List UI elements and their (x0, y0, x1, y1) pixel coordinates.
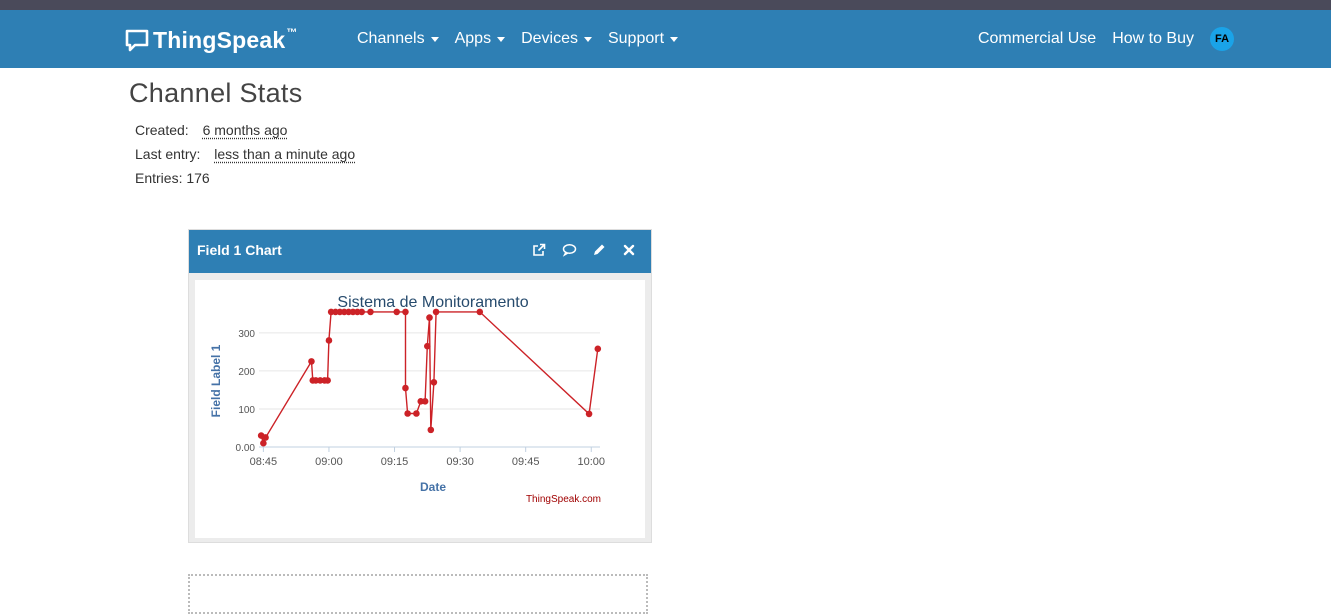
pencil-icon[interactable] (591, 242, 607, 258)
caret-down-icon (670, 36, 679, 42)
x-tick-label: 09:00 (315, 456, 343, 468)
data-point (260, 439, 267, 447)
how-to-buy-link[interactable]: How to Buy (1112, 30, 1194, 48)
navbar: ThingSpeak ™ Channels Apps Devices Suppo… (0, 10, 1331, 68)
nav-apps-label: Apps (454, 30, 492, 47)
data-point (585, 410, 593, 418)
data-point (324, 377, 331, 384)
nav-links: Commercial Use How to Buy FA (962, 10, 1234, 68)
data-point (367, 308, 374, 316)
page-title: Channel Stats (129, 78, 303, 108)
y-tick-label: 300 (238, 329, 255, 340)
data-point (404, 410, 411, 417)
panel-tools (517, 242, 637, 258)
data-point (427, 426, 435, 434)
entries-count: Entries: 176 (135, 170, 210, 186)
data-point (426, 314, 433, 321)
top-strip (0, 0, 1331, 10)
nav-channels-menu[interactable]: Channels (357, 30, 439, 48)
nav-support-menu[interactable]: Support (607, 30, 679, 48)
caret-down-icon (583, 36, 592, 42)
caret-down-icon (430, 36, 439, 42)
data-point (413, 410, 420, 417)
panel-header: Field 1 Chart (189, 230, 651, 273)
speech-bubble-icon (125, 29, 149, 52)
chart-area: Sistema de Monitoramento Field Label 1 D… (195, 280, 645, 538)
data-point (308, 358, 315, 365)
last-entry-value: less than a minute ago (214, 146, 356, 162)
next-panel-placeholder (188, 574, 648, 614)
nav-devices-menu[interactable]: Devices (521, 30, 592, 48)
x-tick-label: 09:15 (381, 456, 409, 468)
channel-stats: Created: 6 months ago Last entry: less t… (135, 120, 355, 192)
data-point (262, 434, 269, 441)
entries-row: Entries: 176 (135, 168, 355, 192)
y-axis-label: Field Label 1 (209, 344, 223, 417)
x-tick-label: 08:45 (250, 456, 278, 468)
data-point (432, 308, 440, 316)
brand-trademark: ™ (286, 27, 298, 39)
close-icon[interactable] (621, 242, 637, 258)
data-point (325, 337, 333, 344)
created-row: Created: 6 months ago (135, 120, 355, 144)
data-point (430, 379, 438, 386)
chart-title: Sistema de Monitoramento (337, 294, 528, 311)
external-link-icon[interactable] (531, 242, 547, 258)
last-entry-label: Last entry: (135, 146, 201, 162)
nav-channels-label: Channels (357, 30, 425, 47)
nav-support-label: Support (607, 30, 665, 47)
data-point (393, 308, 401, 316)
caret-down-icon (497, 36, 506, 42)
chart-credit[interactable]: ThingSpeak.com (526, 494, 601, 505)
y-tick-label: 100 (238, 405, 255, 416)
x-tick-label: 10:00 (577, 456, 605, 468)
data-point (476, 308, 484, 316)
data-point (594, 345, 602, 353)
data-point (421, 398, 429, 405)
line-chart: Sistema de Monitoramento Field Label 1 D… (209, 294, 605, 505)
data-point (402, 308, 409, 316)
created-label: Created: (135, 122, 189, 138)
data-point (424, 342, 431, 350)
last-entry-row: Last entry: less than a minute ago (135, 144, 355, 168)
nav-menus: Channels Apps Devices Support (357, 10, 694, 68)
x-axis-label: Date (420, 480, 446, 494)
y-tick-label: 200 (238, 367, 255, 378)
data-point (358, 308, 366, 316)
x-tick-label: 09:45 (512, 456, 540, 468)
created-value: 6 months ago (202, 122, 288, 138)
user-avatar[interactable]: FA (1210, 27, 1234, 51)
y-tick-label: 0.00 (236, 443, 256, 454)
nav-apps-menu[interactable]: Apps (454, 30, 506, 48)
brand-name: ThingSpeak (153, 26, 286, 53)
panel-title: Field 1 Chart (197, 242, 282, 258)
field1-chart-panel: Field 1 Chart Sistema de Monitoramento F… (188, 229, 652, 543)
x-tick-label: 09:30 (446, 456, 474, 468)
brand-logo[interactable]: ThingSpeak ™ (125, 27, 297, 53)
data-point (402, 384, 409, 392)
commercial-use-link[interactable]: Commercial Use (978, 30, 1096, 48)
nav-devices-label: Devices (521, 30, 578, 47)
comment-icon[interactable] (561, 242, 577, 258)
